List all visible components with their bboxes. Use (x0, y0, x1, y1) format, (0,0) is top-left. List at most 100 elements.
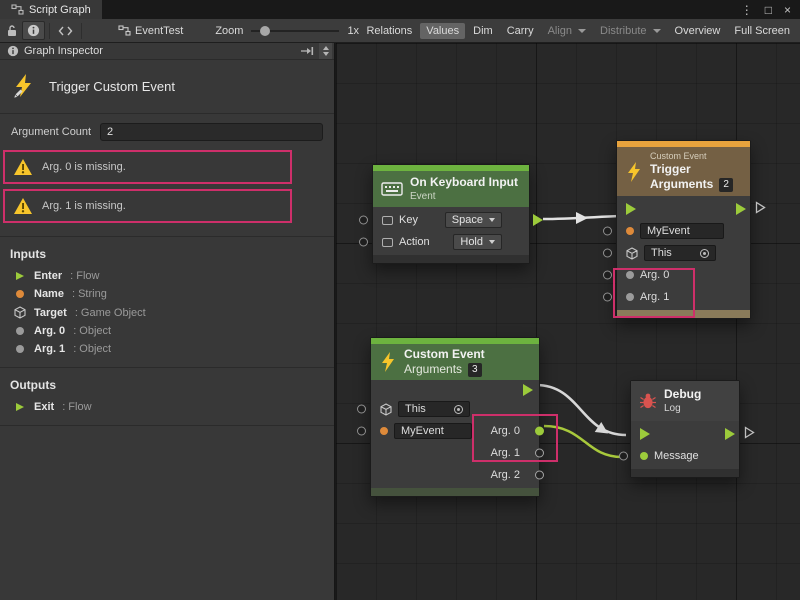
lock-button[interactable] (2, 22, 22, 39)
zoom-slider-handle[interactable] (260, 26, 270, 36)
action-dropdown[interactable]: Hold (453, 234, 502, 250)
edit-source-button[interactable] (54, 23, 77, 39)
node-subtitle: Arguments (404, 362, 462, 377)
arg0-input-port[interactable] (603, 271, 612, 280)
target-input-port[interactable] (357, 405, 366, 414)
arg0-label: Arg. 0 (640, 269, 669, 281)
dock-panel-icon[interactable] (300, 45, 314, 57)
node-trigger-custom-event[interactable]: Custom Event Trigger Arguments 2 (616, 140, 751, 319)
chevron-down-icon (653, 29, 661, 33)
warnings-list: Arg. 0 is missing. Arg. 1 is missing. (0, 148, 334, 237)
scroll-down-icon[interactable] (323, 52, 329, 56)
window-close-icon[interactable]: × (784, 3, 791, 17)
panel-scroll-spinner[interactable] (319, 43, 332, 59)
scroll-up-icon[interactable] (323, 46, 329, 50)
overview-button[interactable]: Overview (669, 23, 727, 39)
key-value: Space (452, 214, 483, 226)
port-name: Exit (34, 401, 54, 413)
dim-label: Dim (473, 25, 493, 37)
port-type: : Object (73, 325, 111, 337)
carry-label: Carry (507, 25, 534, 37)
event-name-field[interactable]: MyEvent (640, 223, 724, 239)
node-debug-log[interactable]: Debug Log Message (630, 380, 740, 478)
zoom-slider[interactable] (251, 25, 339, 37)
target-field[interactable]: This (644, 245, 716, 261)
port-type: : Flow (62, 401, 91, 413)
graph-asset-button[interactable]: EventTest (112, 23, 189, 39)
key-input-port[interactable] (359, 216, 368, 225)
object-port-icon (14, 327, 26, 335)
tab-script-graph[interactable]: Script Graph (0, 0, 102, 19)
window-menu-icon[interactable]: ⋮ (741, 3, 753, 17)
zoom-value: 1x (347, 25, 359, 37)
warning-item-highlighted: Arg. 1 is missing. (3, 189, 292, 223)
window-maximize-icon[interactable]: □ (765, 3, 772, 17)
argument-count-input[interactable] (100, 123, 323, 141)
object-picker-icon[interactable] (700, 249, 709, 258)
node-on-keyboard-input[interactable]: On Keyboard Input Event Key Space (372, 164, 530, 264)
arg2-output-port[interactable] (535, 471, 544, 480)
name-input-port[interactable] (603, 227, 612, 236)
distribute-button[interactable]: Distribute (594, 23, 666, 39)
name-input-port[interactable] (357, 427, 366, 436)
node-header[interactable]: Custom Event Trigger Arguments 2 (617, 147, 750, 196)
target-row: This (617, 242, 750, 264)
info-icon (27, 24, 40, 37)
node-header[interactable]: Custom Event Arguments 3 (371, 344, 539, 380)
flow-row (631, 423, 739, 445)
node-kind-label: Custom Event (650, 151, 733, 162)
inputs-section: Inputs Enter : Flow Name : String Target… (0, 237, 334, 368)
code-icon (58, 25, 73, 37)
target-field[interactable]: This (398, 401, 470, 417)
gameobject-cube-icon (380, 403, 392, 416)
gameobject-cube-icon (626, 247, 638, 260)
align-label: Align (548, 25, 572, 37)
warning-text: Arg. 0 is missing. (42, 161, 126, 173)
arg1-input-port[interactable] (603, 293, 612, 302)
graph-canvas[interactable]: On Keyboard Input Event Key Space (336, 43, 800, 600)
overview-label: Overview (675, 25, 721, 37)
key-dropdown[interactable]: Space (445, 212, 502, 228)
object-picker-icon[interactable] (454, 405, 463, 414)
object-port-icon (626, 271, 634, 279)
node-header[interactable]: On Keyboard Input Event (373, 171, 529, 207)
port-type: : Game Object (75, 307, 146, 319)
carry-button[interactable]: Carry (501, 23, 540, 39)
flow-output-port[interactable] (533, 214, 543, 226)
flow-output-port[interactable] (523, 384, 533, 396)
toolbar-separator (49, 23, 50, 39)
info-icon (7, 45, 19, 57)
warning-text: Arg. 1 is missing. (42, 200, 126, 212)
flow-row (617, 198, 750, 220)
values-button[interactable]: Values (420, 23, 465, 39)
distribute-label: Distribute (600, 25, 646, 37)
inspector-toggle-button[interactable] (22, 21, 45, 40)
string-port-icon (380, 427, 388, 435)
values-label: Values (426, 25, 459, 37)
port-name: Enter (34, 270, 62, 282)
arg1-output-port[interactable] (535, 449, 544, 458)
align-button[interactable]: Align (542, 23, 592, 39)
wire-arrowhead (576, 212, 588, 224)
graph-asset-icon (118, 25, 131, 36)
arg1-row: Arg. 1 (617, 286, 750, 308)
flow-input-port[interactable] (626, 203, 636, 215)
action-input-port[interactable] (359, 238, 368, 247)
event-name-field[interactable]: MyEvent (394, 423, 472, 439)
dim-button[interactable]: Dim (467, 23, 499, 39)
script-graph-icon (11, 4, 24, 15)
relations-button[interactable]: Relations (360, 23, 418, 39)
lightning-bolt-icon (625, 161, 643, 183)
node-custom-event[interactable]: Custom Event Arguments 3 This (370, 337, 540, 497)
flow-output-port[interactable] (736, 203, 746, 215)
node-header[interactable]: Debug Log (631, 381, 739, 421)
node-body: Message (631, 421, 739, 469)
relations-label: Relations (366, 25, 412, 37)
target-input-port[interactable] (603, 249, 612, 258)
fullscreen-button[interactable]: Full Screen (728, 23, 796, 39)
lightning-bolt-icon (379, 351, 397, 373)
flow-output-port[interactable] (725, 428, 735, 440)
flow-input-port[interactable] (640, 428, 650, 440)
message-input-port[interactable] (619, 452, 628, 461)
arg0-output-port-connected[interactable] (535, 427, 544, 436)
